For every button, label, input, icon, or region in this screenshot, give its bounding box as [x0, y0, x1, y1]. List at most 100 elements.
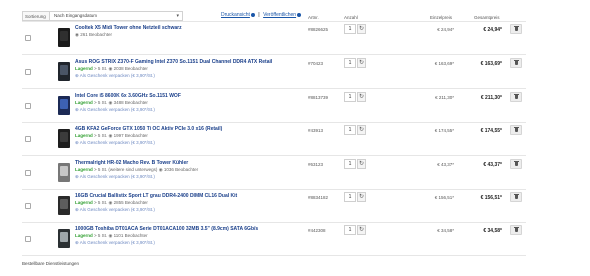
trash-icon-body — [515, 228, 518, 232]
gift-wrap-option[interactable]: ⊕ Als Geschenk verpacken (€ 3,90*/St.) — [75, 207, 155, 213]
publish-link[interactable]: Veröffentlichen — [263, 12, 296, 18]
total-price: € 43,37* — [483, 162, 502, 168]
eye-icon: ◉ — [108, 133, 113, 138]
delete-button[interactable] — [510, 58, 522, 68]
row-checkbox[interactable] — [25, 103, 31, 109]
stock-info: Lagernd > 5 St. ◉ 2038 Beobachter — [75, 66, 148, 72]
quantity-input[interactable]: 1 — [344, 24, 356, 34]
cart-row: Cooltek X5 Midi Tower ohne Netzteil schw… — [22, 21, 526, 55]
watcher-count: 2038 Beobachter — [113, 66, 148, 71]
gift-wrap-option[interactable]: ⊕ Als Geschenk verpacken (€ 3,90*/St.) — [75, 240, 155, 246]
eye-icon: ◉ — [108, 66, 113, 71]
product-image[interactable] — [57, 161, 71, 184]
delete-button[interactable] — [510, 192, 522, 202]
refresh-icon[interactable]: ↻ — [357, 159, 366, 169]
article-number: #8826625 — [308, 27, 329, 32]
article-number: #63123 — [308, 162, 324, 167]
cart-row: 4GB KFA2 GeForce GTX 1050 Ti OC Aktiv PC… — [22, 122, 526, 156]
sort-label: Sortierung — [22, 11, 49, 21]
unit-price: € 34,58* — [437, 228, 454, 233]
delete-button[interactable] — [510, 92, 522, 102]
delete-button[interactable] — [510, 159, 522, 169]
print-link[interactable]: Druckansicht — [221, 12, 250, 18]
unit-price: € 211,30* — [435, 95, 454, 100]
product-image[interactable] — [57, 60, 71, 83]
refresh-icon[interactable]: ↻ — [357, 192, 366, 202]
unit-price: € 24,94* — [437, 27, 454, 32]
quantity-input[interactable]: 1 — [344, 225, 356, 235]
article-number: #8834182 — [308, 195, 329, 200]
product-title[interactable]: 16GB Crucial Ballistix Sport LT grau DDR… — [75, 193, 237, 199]
unit-price: € 43,37* — [437, 162, 454, 167]
gift-wrap-option[interactable]: ⊕ Als Geschenk verpacken (€ 3,90*/St.) — [75, 73, 155, 79]
gift-wrap-option[interactable]: ⊕ Als Geschenk verpacken (€ 3,90*/St.) — [75, 107, 155, 113]
product-title[interactable]: Cooltek X5 Midi Tower ohne Netzteil schw… — [75, 25, 182, 31]
unit-price: € 156,51* — [434, 195, 454, 200]
row-checkbox[interactable] — [25, 35, 31, 41]
stock-status: Lagernd — [75, 200, 93, 205]
total-price: € 24,94* — [483, 27, 502, 33]
row-checkbox[interactable] — [25, 203, 31, 209]
gift-wrap-label: Als Geschenk verpacken (€ 3,90*/St.) — [79, 207, 155, 212]
product-title[interactable]: 4GB KFA2 GeForce GTX 1050 Ti OC Aktiv PC… — [75, 126, 222, 132]
col-header-unit-price: Einzelpreis — [430, 15, 453, 20]
product-title[interactable]: Thermalright HR-02 Macho Rev. B Tower Kü… — [75, 160, 188, 166]
gift-wrap-option[interactable]: ⊕ Als Geschenk verpacken (€ 3,90*/St.) — [75, 140, 155, 146]
product-image[interactable] — [57, 227, 71, 250]
refresh-icon[interactable]: ↻ — [357, 225, 366, 235]
quantity-input[interactable]: 1 — [344, 92, 356, 102]
trash-icon-body — [515, 195, 518, 199]
trash-icon-body — [515, 95, 518, 99]
plus-icon: ⊕ — [75, 73, 79, 78]
product-title[interactable]: Asus ROG STRIX Z370-F Gaming Intel Z370 … — [75, 59, 272, 65]
stock-info: Lagernd > 5 St. ◉ 1101 Beobachter — [75, 233, 148, 239]
top-links: Druckansicht | Veröffentlichen — [221, 12, 302, 18]
col-header-total-price: Gesamtpreis — [474, 15, 500, 20]
quantity-input[interactable]: 1 — [344, 58, 356, 68]
gift-wrap-option[interactable]: ⊕ Als Geschenk verpacken (€ 3,90*/St.) — [75, 174, 155, 180]
trash-icon-body — [515, 162, 518, 166]
gift-wrap-label: Als Geschenk verpacken (€ 3,90*/St.) — [79, 107, 155, 112]
eye-icon: ◉ — [108, 200, 113, 205]
refresh-icon[interactable]: ↻ — [357, 125, 366, 135]
trash-icon-body — [515, 128, 518, 132]
stock-status: Lagernd — [75, 233, 93, 238]
quantity-input[interactable]: 1 — [344, 159, 356, 169]
row-checkbox[interactable] — [25, 170, 31, 176]
delete-button[interactable] — [510, 125, 522, 135]
row-checkbox[interactable] — [25, 136, 31, 142]
sort-select-value: Nach Eingangsdatum — [54, 13, 98, 18]
row-checkbox[interactable] — [25, 236, 31, 242]
quantity-input[interactable]: 1 — [344, 192, 356, 202]
cart-row: 1000GB Toshiba DT01ACA Serie DT01ACA100 … — [22, 222, 526, 256]
row-checkbox[interactable] — [25, 69, 31, 75]
refresh-icon[interactable]: ↻ — [357, 92, 366, 102]
col-header-article: Artnr. — [308, 15, 319, 20]
product-image[interactable] — [57, 94, 71, 117]
plus-icon: ⊕ — [75, 140, 79, 145]
cart-row: Thermalright HR-02 Macho Rev. B Tower Kü… — [22, 156, 526, 190]
delete-button[interactable] — [510, 225, 522, 235]
gift-wrap-label: Als Geschenk verpacken (€ 3,90*/St.) — [79, 174, 155, 179]
total-price: € 163,69* — [480, 61, 502, 67]
product-title[interactable]: 1000GB Toshiba DT01ACA Serie DT01ACA100 … — [75, 226, 258, 232]
cart-row: Intel Core i5 8600K 6x 3.60GHz So.1151 W… — [22, 89, 526, 123]
trash-icon-body — [515, 61, 518, 65]
article-number: #70423 — [308, 61, 324, 66]
stock-info: Lagernd > 5 St. ◉ 1997 Beobachter — [75, 133, 148, 139]
eye-icon: ◉ — [108, 233, 113, 238]
delete-button[interactable] — [510, 24, 522, 34]
quantity-input[interactable]: 1 — [344, 125, 356, 135]
product-title[interactable]: Intel Core i5 8600K 6x 3.60GHz So.1151 W… — [75, 93, 181, 99]
product-image[interactable] — [57, 127, 71, 150]
product-image[interactable] — [57, 194, 71, 217]
services-label: Bestellbare Dienstleistungen — [22, 261, 80, 266]
watcher-count: 1036 Beobachter — [163, 167, 199, 172]
cart-row: Asus ROG STRIX Z370-F Gaming Intel Z370 … — [22, 55, 526, 89]
stock-info: ◉ 261 Beobachter — [75, 32, 112, 38]
product-image[interactable] — [57, 26, 71, 49]
refresh-icon[interactable]: ↻ — [357, 24, 366, 34]
watcher-count: 1101 Beobachter — [113, 233, 148, 238]
sort-select[interactable]: Nach Eingangsdatum ▾ — [49, 11, 183, 21]
refresh-icon[interactable]: ↻ — [357, 58, 366, 68]
